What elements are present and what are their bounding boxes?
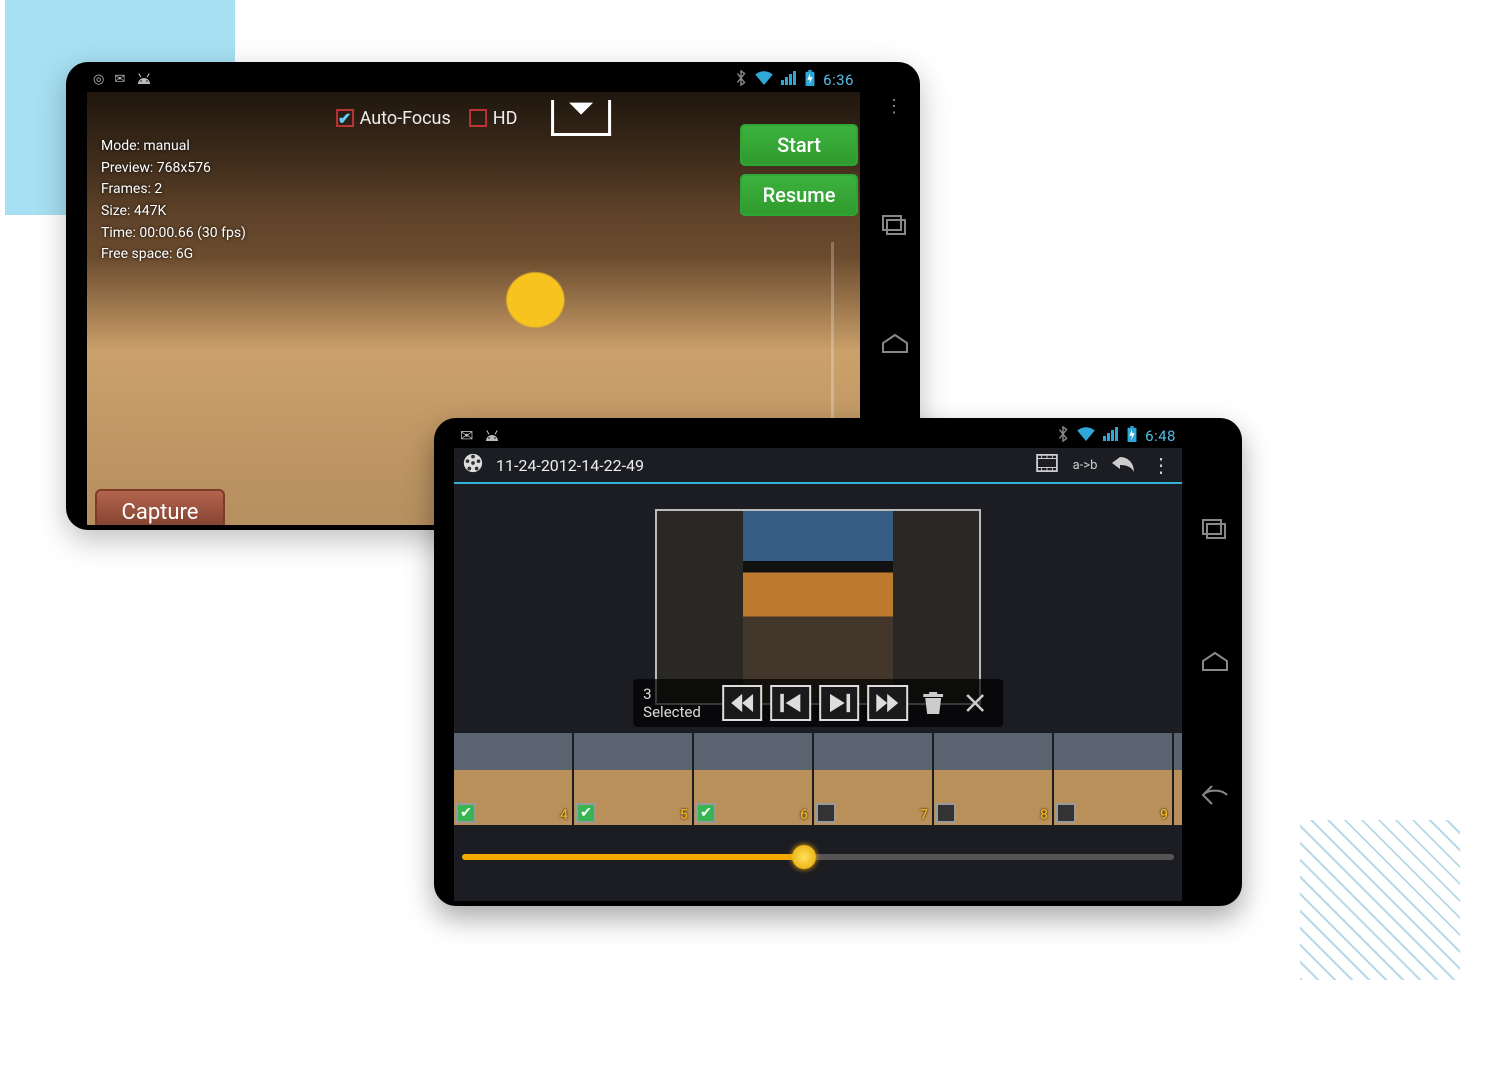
- android-icon: [483, 426, 501, 445]
- wifi-icon: [1077, 426, 1095, 445]
- close-selection-button[interactable]: [958, 685, 993, 721]
- hd-label: HD: [493, 108, 518, 129]
- thumbnail-checkbox[interactable]: [1056, 803, 1076, 823]
- battery-icon: [1127, 426, 1137, 446]
- gps-icon: ◎: [93, 72, 104, 87]
- mail-icon: ✉: [460, 426, 473, 445]
- capture-info: Mode: manual Preview: 768x576 Frames: 2 …: [101, 136, 246, 266]
- signal-icon: [781, 71, 797, 89]
- preview-image: [743, 511, 893, 703]
- checkbox-checked-icon: [336, 109, 354, 127]
- clock: 6:48: [1145, 427, 1176, 445]
- overflow-menu-icon[interactable]: ⋮: [1148, 453, 1174, 477]
- recents-nav-icon[interactable]: [880, 213, 910, 237]
- overflow-menu-icon[interactable]: ⋮: [885, 96, 905, 117]
- frame-thumbnail[interactable]: [1174, 733, 1182, 825]
- status-bar: ◎ ✉ 6:36: [87, 67, 860, 92]
- timeline-slider[interactable]: [462, 839, 1174, 877]
- fast-forward-button[interactable]: [867, 685, 907, 721]
- capture-button[interactable]: Capture: [95, 489, 225, 525]
- decor-stripes: [1300, 820, 1460, 980]
- preview-frame[interactable]: [655, 509, 981, 705]
- thumbnail-checkbox[interactable]: [576, 803, 596, 823]
- frame-number: 6: [800, 807, 808, 823]
- bluetooth-icon: [735, 70, 747, 90]
- phone-editor: ✉ 6:48: [434, 418, 1242, 906]
- thumbnail-checkbox[interactable]: [936, 803, 956, 823]
- preview-area: 3 Selected: [454, 484, 1182, 729]
- app-bar: 11-24-2012-14-22-49 a->b ⋮: [454, 448, 1182, 484]
- hd-checkbox[interactable]: HD: [469, 108, 518, 129]
- reel-icon: [462, 452, 484, 478]
- signal-icon: [1103, 426, 1119, 445]
- resume-button[interactable]: Resume: [740, 174, 858, 216]
- playback-controls: 3 Selected: [633, 679, 1003, 727]
- frame-thumbnail[interactable]: 8: [934, 733, 1052, 825]
- selection-count: 3 Selected: [643, 685, 710, 721]
- frame-thumbnail[interactable]: 5: [574, 733, 692, 825]
- step-forward-button[interactable]: [819, 685, 859, 721]
- clock: 6:36: [823, 71, 854, 89]
- home-nav-icon[interactable]: [880, 332, 910, 356]
- home-nav-icon[interactable]: [1200, 650, 1230, 674]
- frame-number: 5: [680, 807, 688, 823]
- delete-button[interactable]: [916, 685, 951, 721]
- bluetooth-icon: [1057, 426, 1069, 446]
- wifi-icon: [755, 71, 773, 89]
- ab-button[interactable]: a->b: [1072, 458, 1098, 473]
- project-title: 11-24-2012-14-22-49: [496, 456, 1022, 475]
- back-nav-icon[interactable]: [1200, 783, 1230, 807]
- mail-icon: ✉: [114, 72, 125, 87]
- undo-icon[interactable]: [1110, 453, 1136, 477]
- recents-nav-icon[interactable]: [1200, 517, 1230, 541]
- thumbnail-checkbox[interactable]: [816, 803, 836, 823]
- checkbox-unchecked-icon: [469, 109, 487, 127]
- frame-number: 7: [920, 807, 928, 823]
- step-back-button[interactable]: [771, 685, 811, 721]
- thumbnail-strip[interactable]: 4 5 6 7 8 9: [454, 733, 1182, 825]
- status-bar: ✉ 6:48: [454, 423, 1182, 448]
- autofocus-checkbox[interactable]: Auto-Focus: [336, 108, 451, 129]
- frame-number: 8: [1040, 807, 1048, 823]
- autofocus-label: Auto-Focus: [360, 108, 451, 129]
- frame-number: 9: [1160, 807, 1168, 823]
- thumbnail-checkbox[interactable]: [696, 803, 716, 823]
- frames-icon[interactable]: [1034, 454, 1060, 476]
- start-button[interactable]: Start: [740, 124, 858, 166]
- frame-thumbnail[interactable]: 4: [454, 733, 572, 825]
- frame-thumbnail[interactable]: 9: [1054, 733, 1172, 825]
- thumbnail-checkbox[interactable]: [456, 803, 476, 823]
- frame-thumbnail[interactable]: 6: [694, 733, 812, 825]
- rewind-button[interactable]: [722, 685, 762, 721]
- dropdown-button[interactable]: [551, 100, 611, 136]
- battery-icon: [805, 70, 815, 90]
- android-icon: [135, 72, 153, 88]
- frame-thumbnail[interactable]: 7: [814, 733, 932, 825]
- frame-number: 4: [560, 807, 568, 823]
